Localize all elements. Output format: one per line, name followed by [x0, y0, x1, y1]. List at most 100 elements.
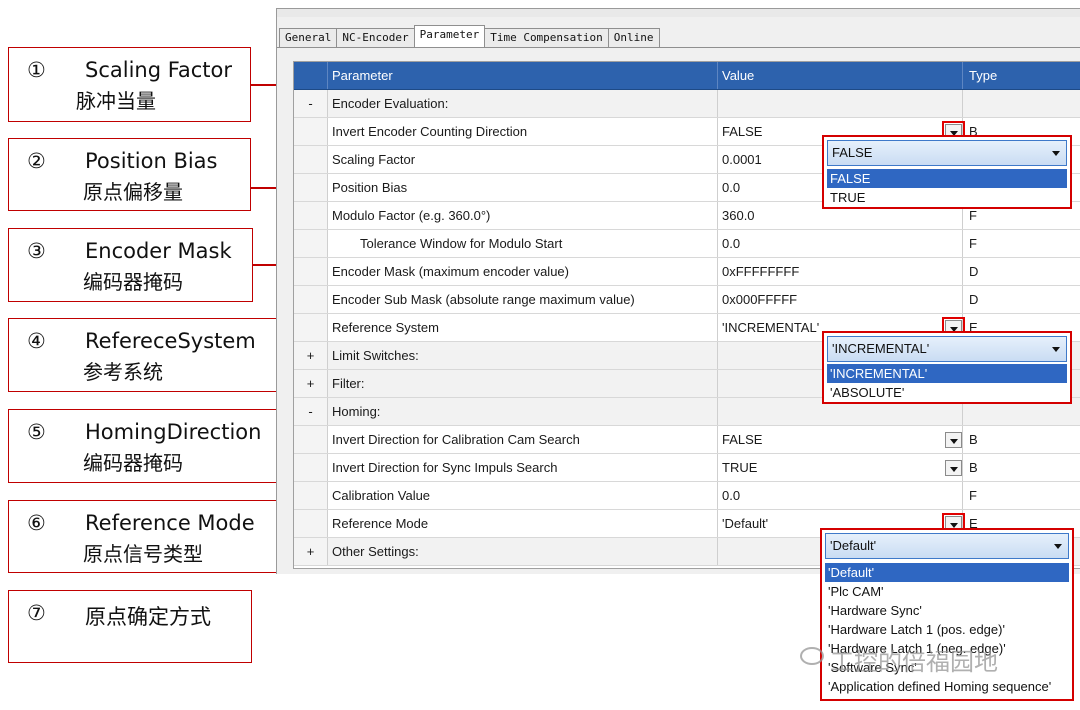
tab-parameter[interactable]: Parameter	[413, 25, 486, 48]
dropdown-option[interactable]: 'Plc CAM'	[825, 582, 1069, 601]
dropdown-option[interactable]: 'INCREMENTAL'	[827, 364, 1067, 383]
header-parameter[interactable]: Parameter	[328, 62, 718, 89]
parameter-type: D	[963, 258, 1080, 285]
dropdown-option[interactable]: 'Hardware Latch 1 (pos. edge)'	[825, 620, 1069, 639]
annotation-number: ①	[27, 58, 46, 82]
table-row[interactable]: Calibration Value 0.0 F	[294, 482, 1080, 510]
dropdown-option[interactable]: 'Application defined Homing sequence'	[825, 677, 1069, 696]
combo-value: 'Default'	[830, 538, 877, 553]
annotation-english: Position Bias	[85, 149, 218, 173]
parameter-value[interactable]: 0.0	[718, 482, 963, 509]
watermark-text: 工控的倍福园地	[830, 648, 998, 676]
annotation-chinese: 脉冲当量	[76, 89, 156, 113]
annotation-box-4: ④ RefereceSystem 参考系统	[8, 318, 279, 392]
parameter-name: Tolerance Window for Modulo Start	[328, 230, 718, 257]
annotation-number: ②	[27, 149, 46, 173]
annotation-box-2: ② Position Bias 原点偏移量	[8, 138, 251, 211]
tab-general[interactable]: General	[279, 28, 338, 47]
parameter-name: Reference Mode	[328, 510, 718, 537]
combo-box[interactable]: FALSE	[827, 140, 1067, 166]
parameter-value[interactable]: 0x000FFFFF	[718, 286, 963, 313]
dropdown-arrow-icon[interactable]	[945, 432, 962, 448]
annotation-chinese: 原点信号类型	[83, 542, 203, 566]
row-toggle	[294, 454, 328, 481]
table-row[interactable]: Encoder Mask (maximum encoder value) 0xF…	[294, 258, 1080, 286]
tab-divider	[277, 47, 1080, 48]
collapse-toggle[interactable]: -	[294, 90, 328, 117]
annotation-box-7: ⑦ 原点确定方式	[8, 590, 252, 663]
expand-toggle[interactable]: +	[294, 342, 328, 369]
expand-toggle[interactable]: +	[294, 538, 328, 565]
parameter-value[interactable]: TRUE	[718, 454, 963, 481]
row-toggle	[294, 286, 328, 313]
dropdown-option[interactable]: TRUE	[827, 188, 1067, 207]
dropdown-option[interactable]: 'Default'	[825, 563, 1069, 582]
table-header: Parameter Value Type	[294, 62, 1080, 90]
table-row[interactable]: Encoder Sub Mask (absolute range maximum…	[294, 286, 1080, 314]
header-type[interactable]: Type	[963, 62, 1080, 89]
parameter-type: F	[963, 230, 1080, 257]
value-text: 'INCREMENTAL'	[722, 320, 820, 335]
parameter-name: Homing:	[328, 398, 718, 425]
chevron-down-icon[interactable]	[1052, 347, 1060, 352]
parameter-type: F	[963, 482, 1080, 509]
window-top-strip	[277, 9, 1080, 17]
header-value[interactable]: Value	[718, 62, 963, 89]
row-toggle	[294, 146, 328, 173]
dropdown-option[interactable]: FALSE	[827, 169, 1067, 188]
table-row[interactable]: Invert Direction for Sync Impuls Search …	[294, 454, 1080, 482]
parameter-type: B	[963, 454, 1080, 481]
expand-toggle[interactable]: +	[294, 370, 328, 397]
chevron-down-icon[interactable]	[1052, 151, 1060, 156]
parameter-value[interactable]: 0.0	[718, 230, 963, 257]
row-toggle	[294, 314, 328, 341]
tab-time-compensation[interactable]: Time Compensation	[484, 28, 609, 47]
annotation-chinese: 参考系统	[83, 360, 163, 384]
parameter-name: Other Settings:	[328, 538, 718, 565]
combo-value: FALSE	[832, 145, 873, 160]
annotation-english: RefereceSystem	[85, 329, 256, 353]
row-toggle	[294, 258, 328, 285]
dropdown-option[interactable]: 'Hardware Sync'	[825, 601, 1069, 620]
annotation-number: ⑤	[27, 420, 46, 444]
table-row[interactable]: Invert Direction for Calibration Cam Sea…	[294, 426, 1080, 454]
tab-nc-encoder[interactable]: NC-Encoder	[336, 28, 415, 47]
annotation-number: ③	[27, 239, 46, 263]
row-toggle	[294, 510, 328, 537]
dropdown-option[interactable]: 'ABSOLUTE'	[827, 383, 1067, 402]
chevron-down-icon[interactable]	[1054, 544, 1062, 549]
parameter-name: Calibration Value	[328, 482, 718, 509]
header-toggle-column	[294, 62, 328, 89]
row-toggle	[294, 118, 328, 145]
parameter-name: Reference System	[328, 314, 718, 341]
parameter-value[interactable]: 0xFFFFFFFF	[718, 258, 963, 285]
parameter-name: Invert Direction for Sync Impuls Search	[328, 454, 718, 481]
combo-box[interactable]: 'INCREMENTAL'	[827, 336, 1067, 362]
parameter-name: Scaling Factor	[328, 146, 718, 173]
combo-box[interactable]: 'Default'	[825, 533, 1069, 559]
table-row[interactable]: Tolerance Window for Modulo Start 0.0 F	[294, 230, 1080, 258]
dropdown-popup-boolean: FALSE FALSE TRUE	[822, 135, 1072, 209]
parameter-name: Encoder Evaluation:	[328, 90, 718, 117]
wechat-icon	[800, 647, 824, 665]
parameter-name: Limit Switches:	[328, 342, 718, 369]
parameter-name: Encoder Sub Mask (absolute range maximum…	[328, 286, 718, 313]
parameter-window: General NC-Encoder Parameter Time Compen…	[276, 8, 1080, 574]
dropdown-arrow-icon[interactable]	[945, 460, 962, 476]
parameter-value[interactable]: FALSE	[718, 426, 963, 453]
parameter-type: D	[963, 286, 1080, 313]
tab-bar: General NC-Encoder Parameter Time Compen…	[279, 25, 660, 48]
annotation-box-6: ⑥ Reference Mode 原点信号类型	[8, 500, 279, 573]
value-text: TRUE	[722, 460, 758, 475]
parameter-name: Invert Encoder Counting Direction	[328, 118, 718, 145]
row-toggle	[294, 482, 328, 509]
annotation-number: ⑥	[27, 511, 46, 535]
value-text: FALSE	[722, 432, 763, 447]
table-row[interactable]: - Encoder Evaluation:	[294, 90, 1080, 118]
row-toggle	[294, 426, 328, 453]
annotation-number: ④	[27, 329, 46, 353]
collapse-toggle[interactable]: -	[294, 398, 328, 425]
annotation-chinese: 编码器掩码	[83, 270, 183, 294]
tab-online[interactable]: Online	[607, 28, 660, 47]
parameter-value	[718, 90, 963, 117]
